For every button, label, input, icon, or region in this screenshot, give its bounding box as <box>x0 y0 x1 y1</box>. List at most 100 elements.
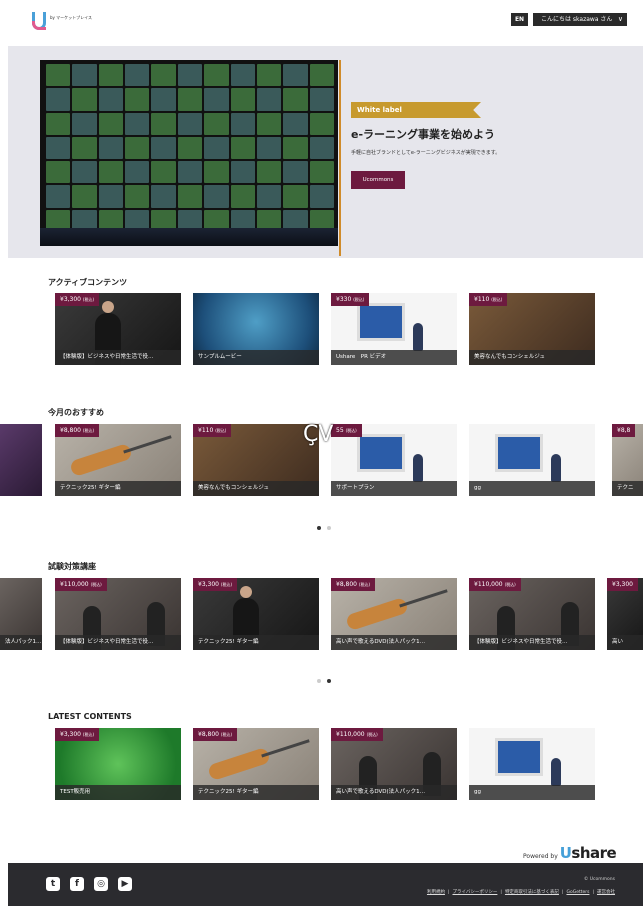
content-card[interactable]: 55 (税込) サポートプラン <box>331 424 457 496</box>
video-tile <box>72 64 97 87</box>
footer-link-gogetters[interactable]: GoGetters <box>566 890 589 895</box>
content-card-partial[interactable]: ¥3,300 高い <box>607 578 643 650</box>
twitter-icon[interactable]: t <box>46 877 60 891</box>
content-card[interactable]: gg <box>469 728 595 800</box>
content-card[interactable]: ¥110,000 (税込) 高い声で歌えるDVD(法人パック1… <box>331 728 457 800</box>
instagram-icon[interactable]: ◎ <box>94 877 108 891</box>
video-tile <box>177 64 203 87</box>
ushare-logo-u: U <box>559 844 572 862</box>
content-card[interactable]: ¥110 (税込) 美容なんでもコンシェルジュ <box>469 293 595 365</box>
content-card[interactable]: gg <box>469 424 595 496</box>
content-card[interactable]: ¥3,300 (税込) TEST販売用 <box>55 728 181 800</box>
recommend-pagination <box>317 515 337 534</box>
video-tile <box>283 136 308 160</box>
tax-label: (税込) <box>82 732 95 737</box>
card-caption: 【体験版】ビジネスや日常生活で役… <box>55 350 181 365</box>
screen-illustration <box>357 434 405 472</box>
person-figure <box>413 323 423 351</box>
language-button[interactable]: EN <box>511 13 528 26</box>
content-card-partial[interactable] <box>0 424 42 496</box>
content-card[interactable]: ¥110 (税込) 美容なんでもコンシェルジュ <box>193 424 319 496</box>
price-badge: ¥3,300 <box>607 578 638 591</box>
content-card[interactable]: ¥3,300 (税込) テクニック25! ギター編 <box>193 578 319 650</box>
price-badge: ¥110,000 (税込) <box>331 728 383 741</box>
video-tile <box>256 136 282 160</box>
video-tile <box>46 136 71 160</box>
tax-label: (税込) <box>358 582 371 587</box>
hero-floor <box>40 228 338 246</box>
video-tile <box>256 64 282 87</box>
facebook-icon[interactable]: f <box>70 877 84 891</box>
content-card[interactable]: ¥110,000 (税込) 【体験版】ビジネスや日常生活で役… <box>469 578 595 650</box>
person-figure <box>551 454 561 482</box>
section-title-exam: 試験対策講座 <box>48 562 96 571</box>
card-caption: gg <box>469 785 595 800</box>
card-caption: Ushare PR ビデオ <box>331 350 457 365</box>
card-caption: サポートプラン <box>331 481 457 496</box>
logo-subtitle: by マーケットプレイス <box>50 15 93 20</box>
price-value: ¥8,800 <box>60 427 81 434</box>
pagination-dot-2[interactable] <box>327 526 331 530</box>
video-tile <box>151 161 176 184</box>
overlay-watermark: ÇV <box>303 422 334 447</box>
exam-pagination <box>317 668 337 687</box>
powered-by-label: Powered by <box>523 853 558 860</box>
price-value: ¥110,000 <box>474 581 503 588</box>
powered-by[interactable]: Powered by Ushare <box>523 844 617 862</box>
footer-link-company[interactable]: 運営会社 <box>597 890 615 895</box>
content-card[interactable]: ¥8,800 (税込) 高い声で歌えるDVD(法人パック1… <box>331 578 457 650</box>
video-tile <box>309 88 334 111</box>
card-caption: TEST販売用 <box>55 785 181 800</box>
video-tile <box>177 112 203 135</box>
video-tile <box>125 136 150 160</box>
video-tile <box>151 112 176 135</box>
pagination-dot-2[interactable] <box>327 679 331 683</box>
video-wall <box>46 64 334 232</box>
video-tile <box>125 112 150 135</box>
pagination-dot-1[interactable] <box>317 526 321 530</box>
card-caption: 高い <box>607 635 643 650</box>
price-value: ¥110 <box>198 427 214 434</box>
pagination-dot-1[interactable] <box>317 679 321 683</box>
content-card-partial[interactable]: ¥8,8 テクニ <box>612 424 643 496</box>
copyright: © Ucommons <box>583 877 615 882</box>
content-card[interactable]: ¥330 (税込) Ushare PR ビデオ <box>331 293 457 365</box>
user-menu-button[interactable]: こんにちは skazawa さん ∨ <box>533 13 627 26</box>
video-tile <box>283 64 308 87</box>
tax-label: (税込) <box>220 732 233 737</box>
card-caption: 高い声で歌えるDVD(法人パック1… <box>331 635 457 650</box>
video-tile <box>283 185 308 208</box>
video-tile <box>230 112 255 135</box>
content-card[interactable]: ¥8,800 (税込) テクニック25! ギター編 <box>193 728 319 800</box>
video-tile <box>98 88 124 111</box>
price-badge: ¥3,300 (税込) <box>55 728 100 741</box>
content-card[interactable]: ¥8,800 (税込) テクニック25! ギター編 <box>55 424 181 496</box>
price-badge: ¥8,8 <box>612 424 636 437</box>
content-card[interactable]: ¥110,000 (税込) 【体験版】ビジネスや日常生活で役… <box>55 578 181 650</box>
card-caption: 高い声で歌えるDVD(法人パック1… <box>331 785 457 800</box>
video-tile <box>151 64 176 87</box>
content-card[interactable]: サンプルムービー <box>193 293 319 365</box>
section-title-latest: LATEST CONTENTS <box>48 712 132 721</box>
youtube-icon[interactable]: ▶ <box>118 877 132 891</box>
card-caption: 【体験版】ビジネスや日常生活で役… <box>55 635 181 650</box>
tax-label: (税込) <box>366 732 378 737</box>
content-card-partial[interactable]: 法人パック1… <box>0 578 42 650</box>
guitar-figure <box>207 746 271 782</box>
section-title-recommend: 今月のおすすめ <box>48 408 104 417</box>
greeting-text: こんにちは skazawa さん <box>541 16 613 23</box>
video-tile <box>46 185 71 208</box>
video-tile <box>256 88 282 111</box>
video-tile <box>309 136 334 160</box>
price-badge: ¥110,000 (税込) <box>55 578 107 591</box>
footer-link-privacy[interactable]: プライバシーポリシー <box>452 890 497 895</box>
hero-cta-button[interactable]: Ucommons <box>351 171 405 189</box>
footer-link-commerce-law[interactable]: 特定商取引法に基づく表記 <box>505 890 559 895</box>
price-badge: ¥110 (税込) <box>469 293 508 306</box>
footer-link-terms[interactable]: 利用規約 <box>427 890 445 895</box>
site-logo[interactable]: by マーケットプレイス <box>32 12 92 32</box>
video-tile <box>256 112 282 135</box>
content-card[interactable]: ¥3,300 (税込) 【体験版】ビジネスや日常生活で役… <box>55 293 181 365</box>
tax-label: (税込) <box>345 428 357 433</box>
site-footer: t f ◎ ▶ © Ucommons 利用規約 | プライバシーポリシー | 特定商取引… <box>8 863 643 906</box>
